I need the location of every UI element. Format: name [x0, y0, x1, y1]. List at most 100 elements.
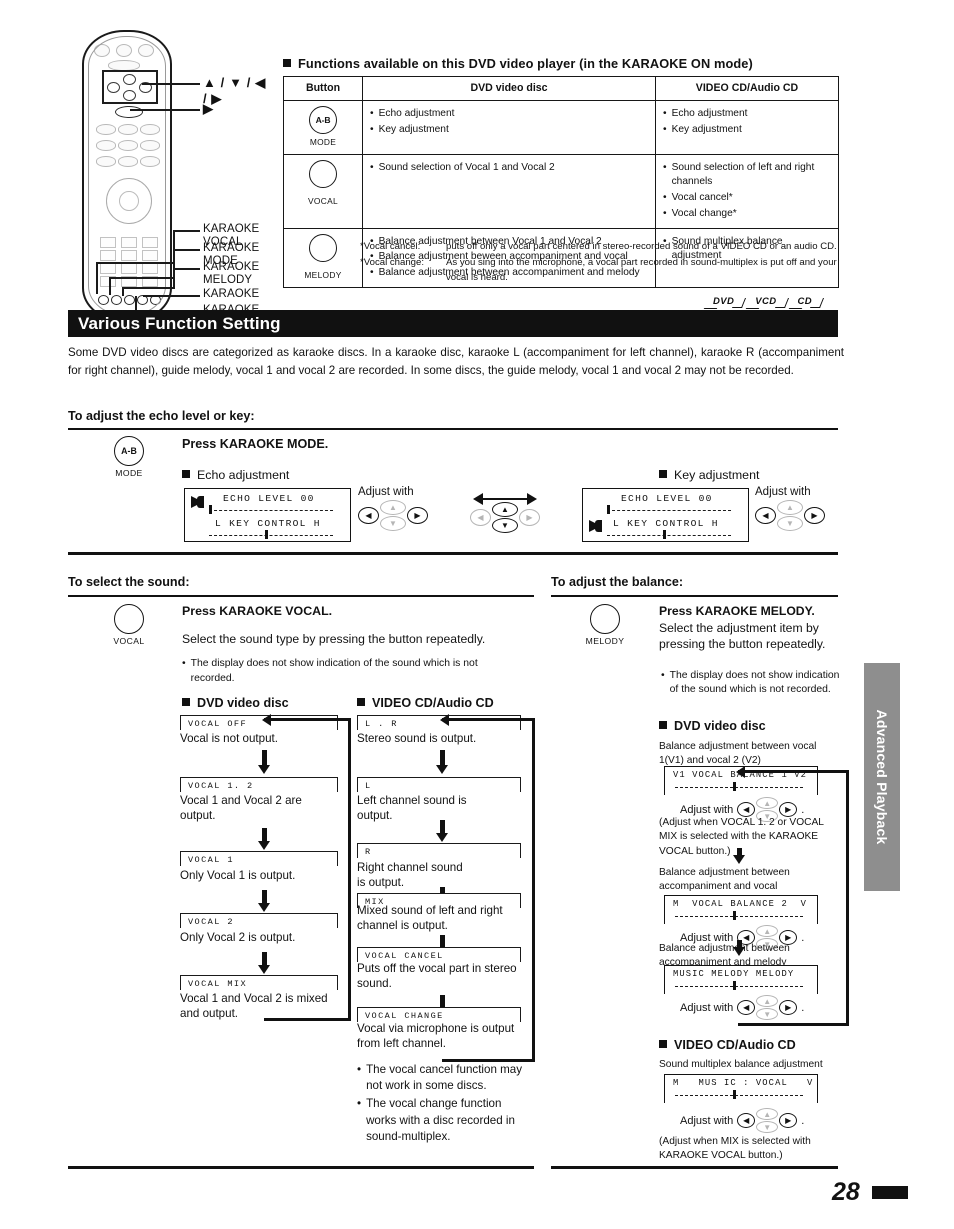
- karaoke-melody-button-icon: MELODY: [583, 604, 627, 646]
- bullet-square-icon: [357, 698, 365, 706]
- remote-key: [96, 124, 116, 135]
- echo-display-line2: L KEY CONTROL H: [215, 518, 321, 529]
- list-item: • The vocal change function works with a …: [357, 1097, 515, 1143]
- balance-cd-note: (Adjust when MIX is selected with KARAOK…: [659, 1136, 811, 1162]
- list-item: • Key adjustment: [370, 124, 449, 136]
- ab-circle: A-B: [114, 436, 144, 466]
- footnote-key: *Vocal cancel:: [360, 241, 421, 252]
- cd-cell: • Sound selection of left and right chann…: [655, 153, 839, 229]
- selection-pointer-icon: [589, 520, 602, 532]
- display-code: L . R: [365, 719, 398, 729]
- callout-karaoke-melody: KARAOKE MELODY: [203, 261, 260, 286]
- balance-cd-caption: Sound multiplex balance adjustment: [659, 1059, 823, 1070]
- left-key-icon[interactable]: ◀: [755, 507, 776, 524]
- vocal-caption: VOCAL: [113, 636, 145, 646]
- functions-heading-text: Functions available on this DVD video pl…: [298, 56, 753, 71]
- flow-loop-arrow-icon: [440, 714, 535, 1062]
- right-key-icon[interactable]: ▶: [804, 507, 825, 524]
- display-code: VOCAL OFF: [188, 719, 248, 729]
- list-item: • Echo adjustment: [370, 108, 455, 120]
- col-cd: VIDEO CD/Audio CD: [655, 75, 839, 102]
- vocal-note: • The display does not show indication of…: [182, 658, 478, 684]
- divider: [68, 552, 838, 555]
- table-row: VOCAL • Sound selection of Vocal 1 and Vo…: [283, 153, 839, 229]
- list-item: • Sound selection of Vocal 1 and Vocal 2: [370, 161, 555, 173]
- navigation-pad: [102, 70, 158, 104]
- list-item: • Vocal cancel*: [663, 192, 733, 204]
- flow-loop-arrow-icon: [262, 714, 351, 1021]
- list-item: • Vocal change*: [663, 207, 737, 219]
- balance-cd-display: M MUS IC : VOCAL V: [664, 1074, 818, 1103]
- right-key-icon[interactable]: ▶: [779, 1113, 798, 1128]
- adjust-with-label: Adjust with: [680, 803, 734, 816]
- display-code: L: [365, 781, 372, 791]
- up-key-icon: ▲: [756, 1108, 779, 1120]
- adjust-with-label: Adjust with: [358, 486, 414, 498]
- dvd-cell: • Sound selection of Vocal 1 and Vocal 2: [362, 153, 656, 229]
- leader-line: [173, 268, 200, 270]
- nav-left-key: [107, 82, 120, 93]
- bullet-square-icon: [659, 470, 667, 478]
- bullet-square-icon: [182, 470, 190, 478]
- play-key: [115, 106, 143, 118]
- balance-dvd-heading: DVD video disc: [659, 719, 766, 733]
- balance-cd-adjust-group: Adjust with ◀ ▲ ▼ ▶ .: [680, 1108, 805, 1133]
- section-banner: Various Function Setting: [68, 310, 838, 337]
- table-row: A-B MODE • Echo adjustment • Key adjustmen…: [283, 100, 839, 155]
- down-key-icon[interactable]: ▼: [492, 518, 518, 533]
- bullet-square-icon: [659, 1040, 667, 1048]
- mode-caption: MODE: [115, 468, 143, 478]
- footnote-key: *Vocal change:: [360, 257, 425, 269]
- list-item: • Sound selection of left and right chann…: [663, 161, 815, 188]
- side-tab-advanced-playback: Advanced Playback: [864, 663, 900, 891]
- nav-up-key: [123, 74, 136, 85]
- divider: [551, 595, 838, 598]
- melody-description: Select the adjustment item by pressing t…: [659, 621, 826, 651]
- remote-key: [118, 124, 138, 135]
- display-code: VOCAL 2: [188, 917, 234, 927]
- down-key-icon: ▼: [756, 1121, 779, 1133]
- adjust-with-label: Adjust with: [680, 1114, 734, 1127]
- melody-caption: MELODY: [585, 636, 625, 646]
- vocal-circle: [114, 604, 144, 634]
- page-number-bar: [872, 1186, 908, 1199]
- side-tab-label: Advanced Playback: [874, 709, 890, 845]
- remote-control-illustration: ▲ / ▼ / ◀ / ▶ ▶ KARAOKE VOCAL KARAOKE MO…: [72, 30, 272, 329]
- right-key-icon[interactable]: ▶: [407, 507, 428, 524]
- balance-section-heading: To adjust the balance:: [551, 575, 684, 589]
- left-key-icon[interactable]: ◀: [358, 507, 379, 524]
- remote-key: [96, 156, 116, 167]
- display-code: R: [365, 847, 372, 857]
- key-display-panel: ECHO LEVEL 00 L KEY CONTROL H: [582, 488, 749, 542]
- divider: [68, 428, 838, 431]
- echo-section-heading: To adjust the echo level or key:: [68, 409, 255, 423]
- leader-line: [122, 287, 175, 289]
- bullet-square-icon: [283, 59, 291, 67]
- leader-line: [173, 230, 200, 232]
- disc-badges: DVD VCD CD: [713, 296, 821, 307]
- down-key-icon: ▼: [777, 516, 803, 531]
- manual-page: ▲ / ▼ / ◀ / ▶ ▶ KARAOKE VOCAL KARAOKE MO…: [0, 0, 954, 1229]
- footnote: *Vocal cancel: puts off only a vocal par…: [360, 240, 840, 254]
- remote-key: [94, 44, 110, 57]
- button-caption: VOCAL: [308, 196, 338, 207]
- leader-line: [130, 109, 200, 111]
- dvd-column-heading: DVD video disc: [182, 696, 289, 710]
- remote-key: [138, 44, 154, 57]
- remote-key: [116, 44, 132, 57]
- list-item: • Key adjustment: [663, 124, 742, 136]
- key-adjust-with-group: Adjust with ◀ ▲ ▼ ▶: [755, 486, 825, 531]
- remote-key: [118, 140, 138, 151]
- melody-button-icon: [309, 233, 337, 262]
- jog-dial: [106, 178, 152, 224]
- left-key-icon[interactable]: ◀: [737, 1113, 756, 1128]
- bullet-square-icon: [182, 698, 190, 706]
- leader-line: [143, 295, 200, 297]
- cd-column-heading: VIDEO CD/Audio CD: [357, 696, 494, 710]
- display-code: VOCAL 1: [188, 855, 234, 865]
- up-key-icon[interactable]: ▲: [492, 502, 518, 517]
- remote-key: [108, 60, 140, 71]
- section-title: Various Function Setting: [78, 314, 281, 333]
- footnote-value: puts off only a vocal part centered in s…: [446, 241, 837, 252]
- karaoke-mode-button-icon: A-B MODE: [108, 436, 150, 478]
